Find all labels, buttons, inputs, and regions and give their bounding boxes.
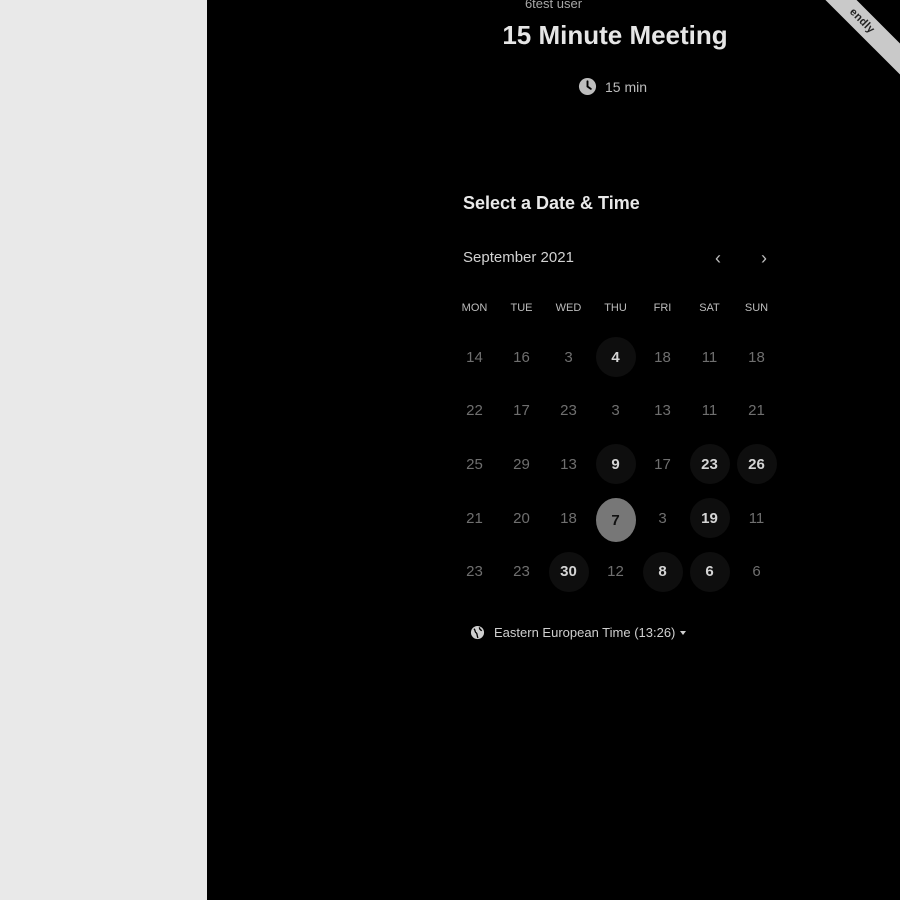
available-calendar-day[interactable]: 23 xyxy=(686,440,733,494)
calendar-weeks: 14 16 3 4 18 11 18 22 17 23 3 13 11 21 25 29 13 9 17 23 26 21… xyxy=(451,333,780,601)
calendar-day-number: 18 xyxy=(654,348,671,366)
calendar-day: 20 xyxy=(498,494,545,548)
calendar-day-number: 21 xyxy=(748,402,765,420)
calendar-day-number: 12 xyxy=(607,563,624,581)
available-calendar-day[interactable]: 4 xyxy=(592,333,639,387)
calendar-day: 3 xyxy=(639,494,686,548)
calendar-day: 18 xyxy=(639,333,686,387)
calendar-week-row: 22 17 23 3 13 11 21 xyxy=(451,387,780,441)
calendar-day: 29 xyxy=(498,440,545,494)
calendar-day: 13 xyxy=(545,440,592,494)
calendar-day: 23 xyxy=(498,548,545,602)
calendar-day-number: 18 xyxy=(748,348,765,366)
calendar-day: 16 xyxy=(498,333,545,387)
calendar-day-number[interactable]: 9 xyxy=(595,444,636,485)
available-calendar-day[interactable]: 19 xyxy=(686,494,733,548)
calendar-day-number: 25 xyxy=(466,455,483,473)
calendar-day: 11 xyxy=(686,333,733,387)
calendar-day: 17 xyxy=(498,387,545,441)
calendar-day-number: 13 xyxy=(654,402,671,420)
calendar-day: 3 xyxy=(545,333,592,387)
calendar-day: 22 xyxy=(451,387,498,441)
calendar-day-number[interactable]: 23 xyxy=(689,444,730,485)
timezone-selector[interactable]: Eastern European Time (13:26) xyxy=(470,625,687,640)
calendar-day: 17 xyxy=(639,440,686,494)
calendar-day-number: 13 xyxy=(560,455,577,473)
weekday-label: SAT xyxy=(699,302,720,314)
calendar-day: 23 xyxy=(451,548,498,602)
calendar-day-number[interactable]: 30 xyxy=(548,551,589,592)
calendar-day: 21 xyxy=(451,494,498,548)
current-month-label: September 2021 xyxy=(463,249,574,266)
calendar-day-number: 18 xyxy=(560,509,577,527)
weekday-label: SUN xyxy=(744,302,769,314)
event-duration: 15 min xyxy=(578,77,647,96)
selected-calendar-day[interactable]: 7 xyxy=(592,494,639,548)
calendar-day-number: 29 xyxy=(513,455,530,473)
calendar-week-row: 21 20 18 7 3 19 11 xyxy=(451,494,780,548)
calendar-day-number: 16 xyxy=(513,348,530,366)
calendar-day-number: 23 xyxy=(513,563,530,581)
calendar-day-number: 20 xyxy=(513,509,530,527)
calendar-day: 14 xyxy=(451,333,498,387)
calendar-day: 6 xyxy=(733,548,780,602)
available-calendar-day[interactable]: 26 xyxy=(733,440,780,494)
calendar-day-number: 11 xyxy=(701,402,718,420)
calendar-day: 3 xyxy=(592,387,639,441)
timezone-label: Eastern European Time (13:26) xyxy=(494,625,676,640)
weekday-label: FRI xyxy=(653,302,672,314)
calendar-week-row: 23 23 30 12 8 6 6 xyxy=(451,548,780,602)
calendar-day: 18 xyxy=(733,333,780,387)
available-calendar-day[interactable]: 6 xyxy=(686,548,733,602)
calendar-day: 11 xyxy=(686,387,733,441)
calendar-day-number: 11 xyxy=(701,348,718,366)
caret-down-icon[interactable] xyxy=(680,630,687,635)
calendar-day-number: 3 xyxy=(611,402,620,420)
calendar-day-number: 17 xyxy=(513,402,530,420)
calendar-week-row: 25 29 13 9 17 23 26 xyxy=(451,440,780,494)
page-background xyxy=(0,0,207,900)
available-calendar-day[interactable]: 8 xyxy=(639,548,686,602)
next-month-button[interactable]: › xyxy=(752,246,776,270)
globe-icon xyxy=(470,625,485,640)
calendar-day-number: 14 xyxy=(466,348,483,366)
calendar-day-number: 17 xyxy=(654,455,671,473)
available-calendar-day[interactable]: 30 xyxy=(545,548,592,602)
calendar-day-number[interactable]: 6 xyxy=(689,551,730,592)
calendar-day: 11 xyxy=(733,494,780,548)
calendar-day-number[interactable]: 26 xyxy=(736,444,777,485)
calendar-day-number: 3 xyxy=(564,348,573,366)
calendar-day-number: 23 xyxy=(466,563,483,581)
calendar-day: 25 xyxy=(451,440,498,494)
date-calendar: MON TUE WED THU FRI SAT SUN 14 16 3 4 18 11 18… xyxy=(451,296,780,601)
event-title: 15 Minute Meeting xyxy=(502,20,728,50)
calendar-day-number[interactable]: 4 xyxy=(595,337,636,377)
calendar-day-number[interactable]: 19 xyxy=(689,498,730,539)
calendar-day-number: 11 xyxy=(748,509,765,527)
weekday-label: MON xyxy=(461,302,488,314)
calendar-day-number[interactable]: 7 xyxy=(595,498,636,543)
calendar-day: 23 xyxy=(545,387,592,441)
calendar-day-number: 21 xyxy=(466,509,483,527)
event-owner-name: 6test user xyxy=(524,0,583,11)
calendar-day-number: 22 xyxy=(466,402,483,420)
calendar-day-number[interactable]: 8 xyxy=(642,551,683,592)
weekday-label: THU xyxy=(604,302,627,314)
previous-month-button[interactable]: ‹ xyxy=(706,246,730,270)
select-date-time-heading: Select a Date & Time xyxy=(463,193,640,213)
weekday-label: TUE xyxy=(510,302,533,314)
clock-icon xyxy=(578,77,597,96)
available-calendar-day[interactable]: 9 xyxy=(592,440,639,494)
calendar-day-number: 23 xyxy=(560,402,577,420)
calendar-day-number: 6 xyxy=(752,563,761,581)
calendar-day-number: 3 xyxy=(658,509,667,527)
calendar-day: 13 xyxy=(639,387,686,441)
calendar-day: 18 xyxy=(545,494,592,548)
calendar-day: 21 xyxy=(733,387,780,441)
calendar-day: 12 xyxy=(592,548,639,602)
weekday-label: WED xyxy=(555,302,582,314)
weekday-header-row: MON TUE WED THU FRI SAT SUN xyxy=(451,296,780,320)
calendar-week-row: 14 16 3 4 18 11 18 xyxy=(451,333,780,387)
duration-label: 15 min xyxy=(605,78,648,95)
